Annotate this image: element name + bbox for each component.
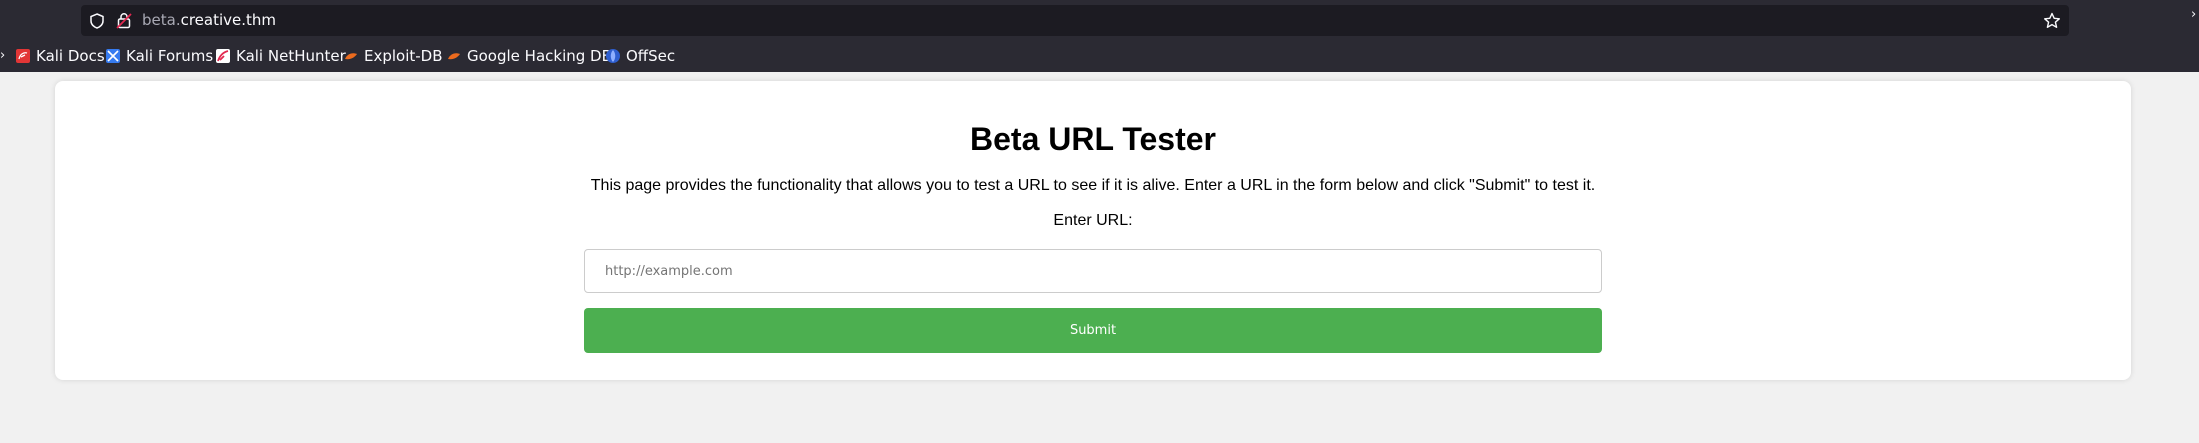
bookmark-offsec[interactable]: OffSec: [605, 46, 675, 66]
kali-nethunter-icon: [216, 49, 230, 63]
bookmark-label: Kali NetHunter: [236, 47, 346, 65]
bookmark-label: Kali Docs: [36, 47, 105, 65]
page-description: This page provides the functionality tha…: [590, 177, 1596, 194]
bookmark-label: OffSec: [626, 47, 676, 65]
bookmark-star-icon[interactable]: [2043, 12, 2061, 30]
url-label: Enter URL:: [1053, 212, 1133, 229]
bookmark-label: Google Hacking DB: [467, 47, 612, 65]
url-tester-card: Beta URL Tester This page provides the f…: [55, 81, 2131, 380]
toolbar-edge-icon[interactable]: ›: [2191, 7, 2196, 22]
bookmark-google-hacking-db[interactable]: Google Hacking DB: [446, 46, 612, 66]
offsec-icon: [606, 49, 620, 63]
insecure-lock-icon[interactable]: [116, 12, 132, 29]
bookmark-label: Exploit-DB: [364, 47, 443, 65]
bookmark-exploit-db[interactable]: Exploit-DB: [343, 46, 443, 66]
submit-button[interactable]: Submit: [584, 308, 1602, 353]
bookmark-label: Kali Forums: [126, 47, 214, 65]
bookmark-kali-forums[interactable]: Kali Forums: [105, 46, 213, 66]
bookmark-kali-docs[interactable]: Kali Docs: [15, 46, 105, 66]
browser-chrome: beta.creative.thm › › Kali Docs Kali For…: [0, 0, 2199, 72]
exploit-db-icon: [345, 53, 357, 60]
url-text[interactable]: beta.creative.thm: [142, 11, 276, 30]
url-subdomain: beta.: [142, 11, 181, 29]
bookmark-kali-nethunter[interactable]: Kali NetHunter: [215, 46, 346, 66]
google-hacking-db-icon: [448, 53, 460, 60]
page-title: Beta URL Tester: [970, 121, 1216, 157]
url-input[interactable]: [584, 249, 1602, 293]
kali-forums-icon: [106, 49, 120, 63]
url-domain: creative.thm: [180, 11, 277, 29]
kali-docs-icon: [16, 49, 30, 63]
bookmarks-bar: Kali Docs Kali Forums Kali NetHunter Exp…: [0, 42, 2199, 70]
shield-icon[interactable]: [89, 13, 105, 29]
address-bar[interactable]: beta.creative.thm: [81, 5, 2069, 36]
